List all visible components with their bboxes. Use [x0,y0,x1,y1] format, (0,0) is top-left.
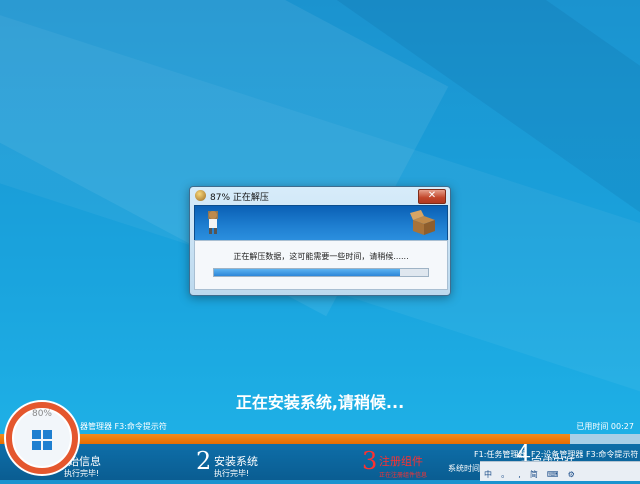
hotkey-device-manager[interactable]: F2:设备管理器 [531,449,583,460]
dialog-titlebar[interactable]: 87% 正在解压 ✕ [190,187,450,205]
progress-fill [214,269,401,276]
archive-icon [195,190,206,201]
ime-punctuation-toggle[interactable]: 。 [501,465,509,484]
step-2-number: 2 [196,447,212,475]
dialog-banner [194,205,448,241]
ime-tray: 中 。 , 简 ⌨ ⚙ [480,461,640,481]
carrying-person-icon [208,211,218,234]
hotkey-row: 器管理器 F3:命令提示符 已用时间 00:27 [0,419,640,433]
extract-dialog: 87% 正在解压 ✕ 正在解压数据，这可能需要一些时间，请稍候...... [189,186,451,296]
overall-progress-fill [0,434,570,444]
step-3-status: 正在注册组件信息 [379,472,428,479]
ime-width-toggle[interactable]: , [518,465,521,484]
hotkey-hint-left: 器管理器 F3:命令提示符 [80,422,167,431]
step-2-status: 执行完毕! [214,469,250,478]
step-3-title: 注册组件 [379,455,423,468]
logo-percent: 80% [32,409,52,419]
step-2-title: 安装系统 [214,455,258,468]
step-3-number: 3 [362,447,378,475]
settings-icon[interactable]: ⚙ [568,465,575,484]
dialog-title: 87% 正在解压 [210,193,269,203]
progress-logo: 80% [4,400,80,476]
ime-chinese-toggle[interactable]: 中 [484,465,492,484]
ime-simplified-toggle[interactable]: 简 [530,465,538,484]
keyboard-icon[interactable]: ⌨ [547,465,559,484]
install-status-text: 正在安装系统,请稍候... [235,393,405,412]
hotkey-command-prompt[interactable]: F3:命令提示符 [586,449,638,460]
elapsed-time: 已用时间 00:27 [576,422,634,431]
extract-progress-bar [213,268,429,277]
hotkey-task-manager[interactable]: F1:任务管理器 [474,449,526,460]
status-message: 正在解压数据，这可能需要一些时间，请稍候...... [233,252,409,261]
overall-progress-bar [0,434,640,444]
open-box-icon [410,210,435,235]
close-button[interactable]: ✕ [418,189,446,204]
dialog-content: 正在解压数据，这可能需要一些时间，请稍候...... [194,240,448,290]
